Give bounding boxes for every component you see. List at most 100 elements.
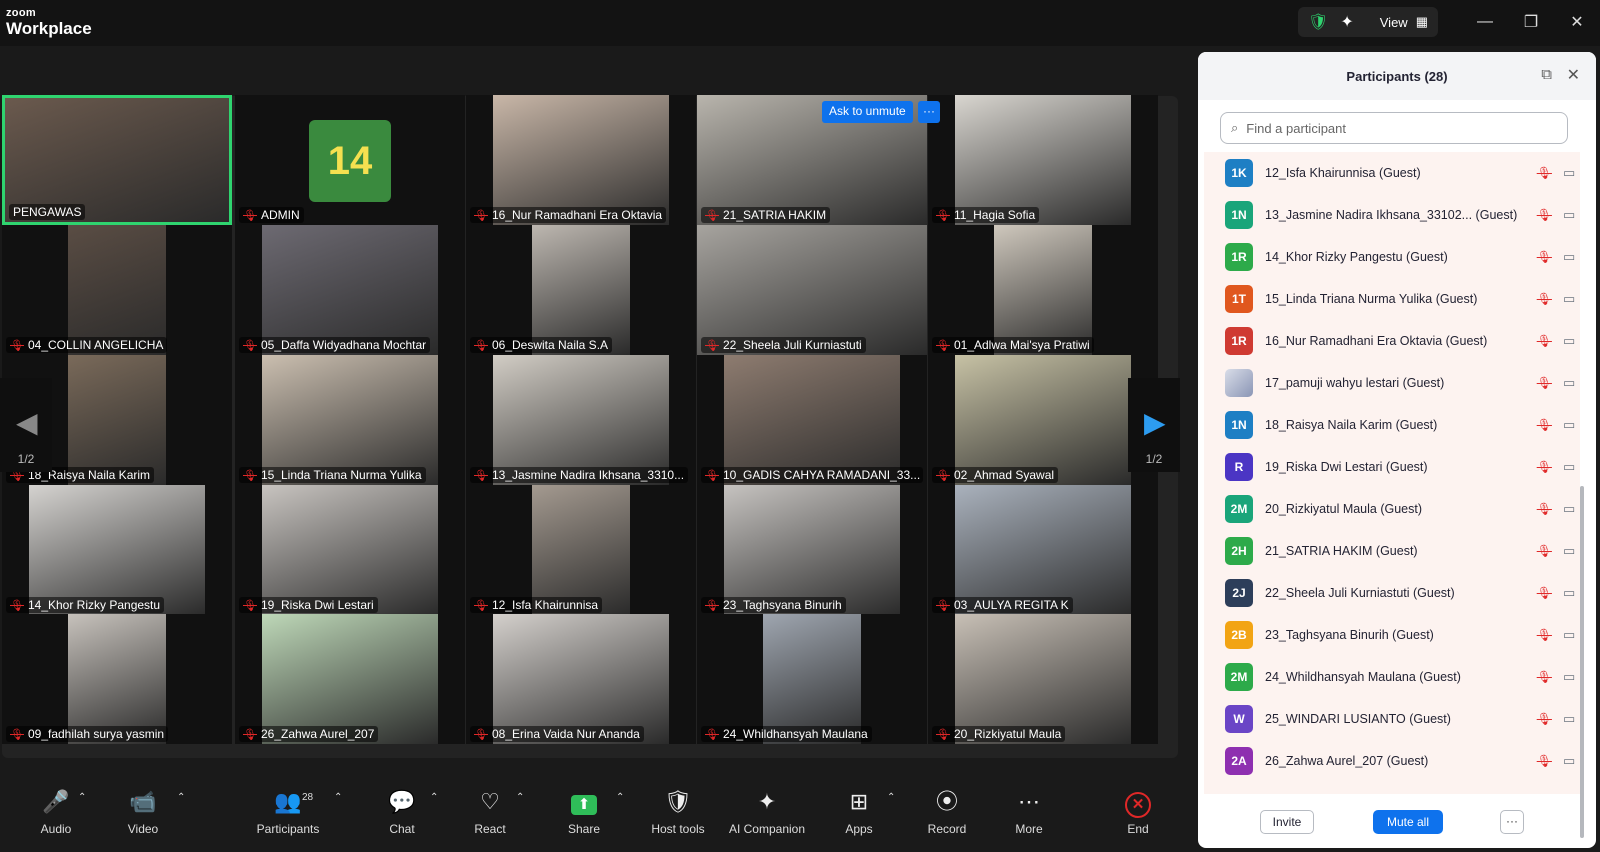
video-tile[interactable]: 🎙 08_Erina Vaida Nur Ananda	[466, 614, 696, 744]
prev-page-button[interactable]: ◀ 1/2	[0, 378, 52, 472]
close-panel-icon[interactable]: ✕	[1567, 65, 1580, 85]
participant-row[interactable]: R 19_Riska Dwi Lestari (Guest) 🎙 ▭	[1204, 446, 1580, 488]
camera-icon[interactable]: ▭	[1558, 459, 1580, 475]
camera-icon[interactable]: ▭	[1558, 753, 1580, 769]
video-tile[interactable]: 🎙 10_GADIS CAHYA RAMADANI_33...	[697, 355, 927, 485]
muted-mic-icon[interactable]: 🎙	[1534, 460, 1554, 474]
minimize-button[interactable]: —	[1462, 8, 1508, 36]
audio-button[interactable]: 🎤 Audio ⌃	[26, 788, 87, 836]
camera-icon[interactable]: ▭	[1558, 375, 1580, 391]
chat-button[interactable]: 💬 Chat ⌃	[382, 788, 438, 836]
search-input[interactable]	[1246, 120, 1547, 136]
muted-mic-icon[interactable]: 🎙	[1534, 544, 1554, 558]
participant-row[interactable]: 1N 13_Jasmine Nadira Ikhsana_33102... (Gu…	[1204, 194, 1580, 236]
host-tools-button[interactable]: 🛡 Host tools	[645, 788, 711, 836]
participant-row[interactable]: 1R 16_Nur Ramadhani Era Oktavia (Guest) 🎙 ▭	[1204, 320, 1580, 362]
tile-more-button[interactable]: ···	[918, 101, 940, 123]
participant-search[interactable]: ⌕	[1220, 112, 1568, 144]
apps-button[interactable]: ⊞ Apps ⌃	[839, 788, 895, 836]
panel-more-button[interactable]: ···	[1500, 810, 1524, 834]
video-tile[interactable]: 14 🎙 ADMIN	[235, 95, 465, 225]
muted-mic-icon[interactable]: 🎙	[1534, 166, 1554, 180]
invite-button[interactable]: Invite	[1260, 810, 1314, 834]
restore-button[interactable]: ❐	[1508, 8, 1554, 36]
react-options-caret[interactable]: ⌃	[516, 792, 524, 803]
muted-mic-icon[interactable]: 🎙	[1534, 208, 1554, 222]
video-tile[interactable]: PENGAWAS	[2, 95, 232, 225]
video-tile[interactable]: 🎙 06_Deswita Naila S.A	[466, 225, 696, 355]
video-tile[interactable]: 🎙 02_Ahmad Syawal	[928, 355, 1158, 485]
participant-row[interactable]: 2M 20_Rizkiyatul Maula (Guest) 🎙 ▭	[1204, 488, 1580, 530]
camera-icon[interactable]: ▭	[1558, 291, 1580, 307]
muted-mic-icon[interactable]: 🎙	[1534, 670, 1554, 684]
video-tile[interactable]: 🎙 16_Nur Ramadhani Era Oktavia	[466, 95, 696, 225]
camera-icon[interactable]: ▭	[1558, 165, 1580, 181]
list-scrollbar[interactable]	[1580, 486, 1584, 838]
participant-list[interactable]: 1K 12_Isfa Khairunnisa (Guest) 🎙 ▭ 1N 13_Jasm…	[1204, 152, 1580, 794]
share-button[interactable]: ⬆ Share ⌃	[564, 788, 624, 836]
participant-row[interactable]: 1K 12_Isfa Khairunnisa (Guest) 🎙 ▭	[1204, 152, 1580, 194]
react-button[interactable]: ♡ React ⌃	[470, 788, 524, 836]
muted-mic-icon[interactable]: 🎙	[1534, 376, 1554, 390]
camera-icon[interactable]: ▭	[1558, 543, 1580, 559]
video-tile[interactable]: 🎙 15_Linda Triana Nurma Yulika	[235, 355, 465, 485]
participant-row[interactable]: 1R 14_Khor Rizky Pangestu (Guest) 🎙 ▭	[1204, 236, 1580, 278]
muted-mic-icon[interactable]: 🎙	[1534, 712, 1554, 726]
participant-row[interactable]: 1N 18_Raisya Naila Karim (Guest) 🎙 ▭	[1204, 404, 1580, 446]
video-tile[interactable]: 🎙 24_Whildhansyah Maulana	[697, 614, 927, 744]
view-button[interactable]: View ▦	[1380, 14, 1428, 30]
camera-icon[interactable]: ▭	[1558, 669, 1580, 685]
participant-row[interactable]: 2J 22_Sheela Juli Kurniastuti (Guest) 🎙 ▭	[1204, 572, 1580, 614]
video-tile[interactable]: 🎙 20_Rizkiyatul Maula	[928, 614, 1158, 744]
camera-icon[interactable]: ▭	[1558, 417, 1580, 433]
end-button[interactable]: ✕ End	[1118, 788, 1158, 836]
participants-options-caret[interactable]: ⌃	[334, 792, 342, 803]
muted-mic-icon[interactable]: 🎙	[1534, 502, 1554, 516]
camera-icon[interactable]: ▭	[1558, 627, 1580, 643]
apps-options-caret[interactable]: ⌃	[887, 792, 895, 803]
audio-options-caret[interactable]: ⌃	[78, 792, 86, 803]
video-tile[interactable]: 🎙 22_Sheela Juli Kurniastuti	[697, 225, 927, 355]
video-tile[interactable]: 🎙 12_Isfa Khairunnisa	[466, 485, 696, 615]
camera-icon[interactable]: ▭	[1558, 333, 1580, 349]
video-tile[interactable]: 🎙 26_Zahwa Aurel_207	[235, 614, 465, 744]
participants-button[interactable]: 👥 Participants 28 ⌃	[248, 788, 343, 836]
ask-to-unmute-button[interactable]: Ask to unmute	[822, 101, 913, 123]
video-tile[interactable]: 🎙 11_Hagia Sofia	[928, 95, 1158, 225]
participant-row[interactable]: 1T 15_Linda Triana Nurma Yulika (Guest) 🎙 ▭	[1204, 278, 1580, 320]
participant-row[interactable]: W 25_WINDARI LUSIANTO (Guest) 🎙 ▭	[1204, 698, 1580, 740]
video-tile[interactable]: 🎙 01_Adlwa Mai'sya Pratiwi	[928, 225, 1158, 355]
video-tile[interactable]: 🎙 19_Riska Dwi Lestari	[235, 485, 465, 615]
participant-row[interactable]: 17_pamuji wahyu lestari (Guest) 🎙 ▭	[1204, 362, 1580, 404]
muted-mic-icon[interactable]: 🎙	[1534, 250, 1554, 264]
participant-row[interactable]: 2A 26_Zahwa Aurel_207 (Guest) 🎙 ▭	[1204, 740, 1580, 782]
muted-mic-icon[interactable]: 🎙	[1534, 292, 1554, 306]
participant-row[interactable]: 2B 23_Taghsyana Binurih (Guest) 🎙 ▭	[1204, 614, 1580, 656]
camera-icon[interactable]: ▭	[1558, 207, 1580, 223]
muted-mic-icon[interactable]: 🎙	[1534, 418, 1554, 432]
close-window-button[interactable]: ✕	[1554, 8, 1600, 36]
shield-check-icon[interactable]: 🛡	[1308, 12, 1328, 32]
muted-mic-icon[interactable]: 🎙	[1534, 628, 1554, 642]
video-tile[interactable]: 🎙 05_Daffa Widyadhana Mochtar	[235, 225, 465, 355]
video-tile[interactable]: 🎙 14_Khor Rizky Pangestu	[2, 485, 232, 615]
camera-icon[interactable]: ▭	[1558, 501, 1580, 517]
chat-options-caret[interactable]: ⌃	[430, 792, 438, 803]
participant-row[interactable]: 2H 21_SATRIA HAKIM (Guest) 🎙 ▭	[1204, 530, 1580, 572]
sparkle-icon[interactable]: ✦	[1340, 12, 1353, 32]
popout-icon[interactable]: ⧉	[1541, 66, 1552, 83]
muted-mic-icon[interactable]: 🎙	[1534, 754, 1554, 768]
mute-all-button[interactable]: Mute all	[1373, 810, 1443, 834]
ai-companion-button[interactable]: ✦ AI Companion	[727, 788, 807, 836]
video-tile[interactable]: 🎙 04_COLLIN ANGELICHA	[2, 225, 232, 355]
muted-mic-icon[interactable]: 🎙	[1534, 586, 1554, 600]
video-tile[interactable]: 🎙 23_Taghsyana Binurih	[697, 485, 927, 615]
muted-mic-icon[interactable]: 🎙	[1534, 334, 1554, 348]
record-button[interactable]: ⦿ Record	[924, 788, 970, 836]
video-tile[interactable]: 🎙 13_Jasmine Nadira Ikhsana_3310...	[466, 355, 696, 485]
next-page-button[interactable]: ▶ 1/2	[1128, 378, 1180, 472]
more-button[interactable]: ⋯ More	[1009, 788, 1049, 836]
video-options-caret[interactable]: ⌃	[177, 792, 185, 803]
camera-icon[interactable]: ▭	[1558, 249, 1580, 265]
camera-icon[interactable]: ▭	[1558, 585, 1580, 601]
